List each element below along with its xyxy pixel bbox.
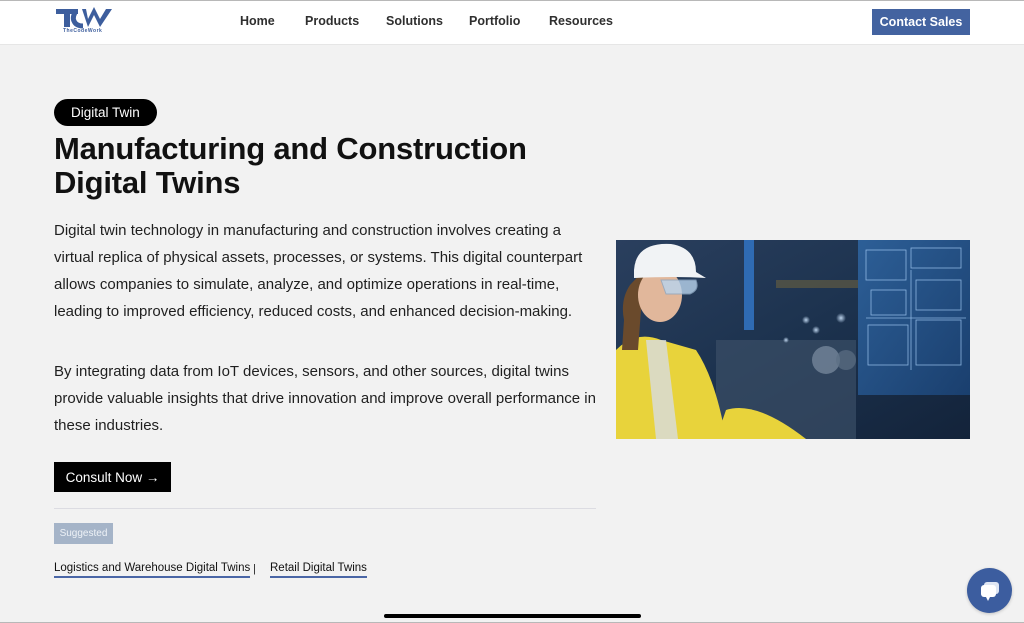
section-divider (54, 508, 596, 509)
nav-solutions[interactable]: Solutions (386, 14, 443, 28)
link-separator: | (253, 563, 256, 575)
nav-resources[interactable]: Resources (549, 14, 613, 28)
chat-button[interactable] (967, 568, 1012, 613)
logo[interactable]: TheCodeWork (54, 7, 114, 37)
nav-products[interactable]: Products (305, 14, 359, 28)
home-indicator (384, 614, 641, 618)
logo-subtext: TheCodeWork (63, 28, 103, 34)
suggested-link-retail[interactable]: Retail Digital Twins (270, 562, 367, 578)
intro-paragraph: Digital twin technology in manufacturing… (54, 222, 583, 320)
page-title: Manufacturing and Construction Digital T… (54, 131, 527, 200)
suggested-link-logistics[interactable]: Logistics and Warehouse Digital Twins (54, 562, 251, 578)
suggested-badge: Suggested (54, 523, 113, 544)
site-header: TheCodeWork Home Products Solutions Port… (0, 1, 1024, 45)
logo-mark-icon (56, 7, 112, 29)
hero-image (616, 240, 970, 439)
contact-sales-button[interactable]: Contact Sales (872, 9, 970, 35)
chat-bubble-icon (980, 581, 999, 601)
consult-now-button[interactable]: Consult Now → (54, 462, 171, 492)
engineer-dashboard-illustration (616, 240, 970, 439)
benefits-paragraph: By integrating data from IoT devices, se… (54, 363, 596, 434)
nav-portfolio[interactable]: Portfolio (469, 14, 520, 28)
nav-home[interactable]: Home (240, 14, 275, 28)
category-tag: Digital Twin (54, 99, 157, 126)
